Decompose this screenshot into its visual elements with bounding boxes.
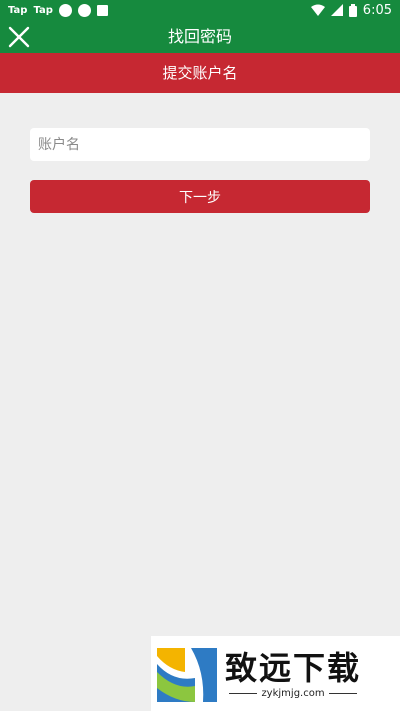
next-button[interactable]: 下一步 [30,180,370,213]
battery-icon [348,3,357,17]
android-notification-icon [96,4,108,16]
username-input[interactable] [30,128,370,161]
app-notification-icon [77,3,91,17]
watermark-logo-icon [157,647,217,702]
watermark-divider-right [328,693,357,694]
watermark-url: zykjmjg.com [261,688,325,699]
section-title: 提交账户名 [0,53,400,93]
tap-app-label-2: Tap [33,4,53,16]
status-bar-left: Tap Tap [8,3,108,17]
notification-icon [58,3,72,17]
watermark-divider-left [229,693,258,694]
signal-icon [330,4,343,16]
page-title: 找回密码 [167,27,232,46]
watermark-title: 致远下载 [225,649,362,687]
watermark-text: 致远下载 zykjmjg.com [225,648,361,699]
wifi-icon [310,4,325,16]
app-bar: 找回密码 [0,20,400,53]
status-bar-right: 6:05 [310,2,392,18]
status-bar: Tap Tap 6:05 [0,0,400,20]
watermark-badge: 致远下载 zykjmjg.com [151,636,400,711]
tap-app-label-1: Tap [8,4,28,16]
status-time: 6:05 [362,2,392,18]
watermark-url-row: zykjmjg.com [229,688,357,699]
